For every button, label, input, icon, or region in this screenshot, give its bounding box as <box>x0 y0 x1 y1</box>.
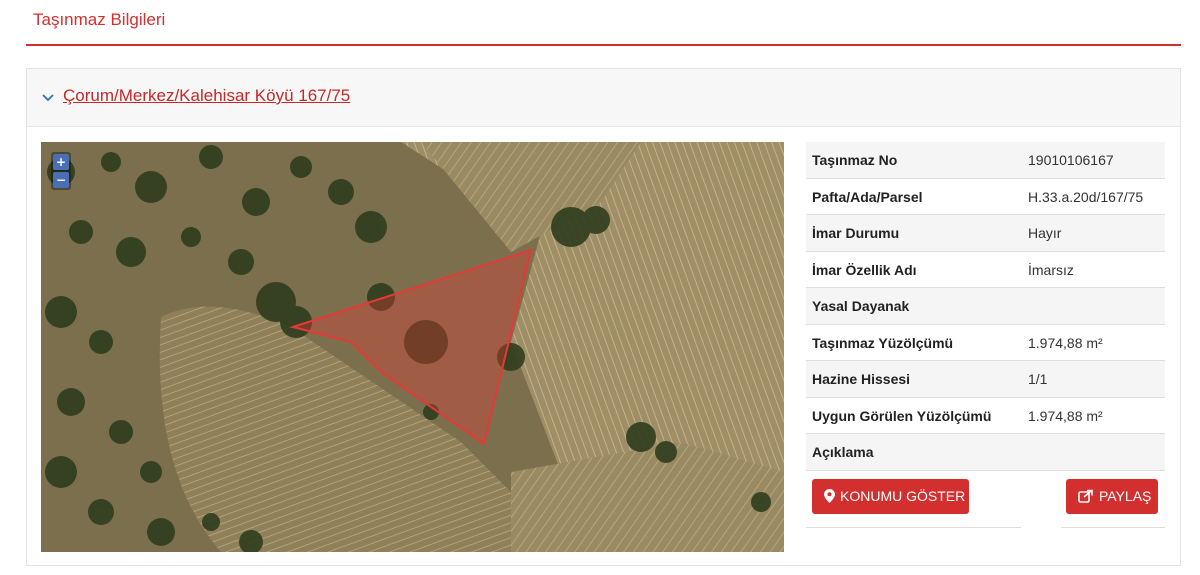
chevron-down-icon[interactable] <box>41 91 55 105</box>
property-title-link[interactable]: Çorum/Merkez/Kalehisar Köyü 167/75 <box>63 86 350 106</box>
show-location-label: KONUMU GÖSTER <box>840 488 966 504</box>
info-label: Uygun Görülen Yüzölçümü <box>812 407 992 424</box>
property-info-table: Taşınmaz No 19010106167 Pafta/Ada/Parsel… <box>806 142 1165 528</box>
info-row-hazine-hissesi: Hazine Hissesi 1/1 <box>806 361 1165 398</box>
satellite-map[interactable]: + − <box>41 142 784 552</box>
info-row-aciklama: Açıklama <box>806 434 1165 471</box>
zoom-controls: + − <box>51 152 71 190</box>
info-label: Yasal Dayanak <box>812 298 910 314</box>
share-label: PAYLAŞ <box>1099 488 1152 504</box>
info-row-tasinmaz-yuzolcumu: Taşınmaz Yüzölçümü 1.974,88 m² <box>806 325 1165 361</box>
zoom-in-button[interactable]: + <box>53 154 69 170</box>
panel-header[interactable]: Çorum/Merkez/Kalehisar Köyü 167/75 <box>27 69 1180 127</box>
action-buttons: KONUMU GÖSTER PAYLAŞ <box>806 471 1165 528</box>
show-location-button[interactable]: KONUMU GÖSTER <box>812 478 969 514</box>
info-value: H.33.a.20d/167/75 <box>1028 188 1144 205</box>
info-row-tasinmaz-no: Taşınmaz No 19010106167 <box>806 142 1165 179</box>
map-imagery <box>41 142 784 552</box>
zoom-out-button[interactable]: − <box>53 172 69 188</box>
info-value: 1.974,88 m² <box>1028 334 1103 351</box>
info-value: İmarsız <box>1028 261 1074 278</box>
info-label: Açıklama <box>812 444 874 460</box>
info-row-imar-durumu: İmar Durumu Hayır <box>806 215 1165 252</box>
info-label: Hazine Hissesi <box>812 371 911 387</box>
map-marker-icon <box>824 489 835 503</box>
info-label: İmar Özellik Adı <box>812 261 917 278</box>
divider <box>1061 526 1165 528</box>
info-row-imar-ozellik-adi: İmar Özellik Adı İmarsız <box>806 252 1165 288</box>
info-row-yasal-dayanak: Yasal Dayanak <box>806 288 1165 325</box>
info-value: 1.974,88 m² <box>1028 407 1103 424</box>
info-value: 19010106167 <box>1028 152 1114 168</box>
divider <box>806 526 1021 528</box>
share-icon <box>1078 489 1093 503</box>
info-label: Taşınmaz Yüzölçümü <box>812 334 954 351</box>
info-label: Pafta/Ada/Parsel <box>812 188 923 205</box>
info-row-pafta-ada-parsel: Pafta/Ada/Parsel H.33.a.20d/167/75 <box>806 179 1165 215</box>
property-panel: Çorum/Merkez/Kalehisar Köyü 167/75 + − T… <box>26 68 1181 566</box>
info-row-uygun-gorulen-yuzolcumu: Uygun Görülen Yüzölçümü 1.974,88 m² <box>806 398 1165 434</box>
page-title: Taşınmaz Bilgileri <box>33 10 166 29</box>
share-button[interactable]: PAYLAŞ <box>1066 478 1158 514</box>
info-value: Hayır <box>1028 225 1062 241</box>
info-value: 1/1 <box>1028 371 1048 387</box>
page-header: Taşınmaz Bilgileri <box>26 0 1181 46</box>
info-label: Taşınmaz No <box>812 152 898 168</box>
info-label: İmar Durumu <box>812 225 900 241</box>
